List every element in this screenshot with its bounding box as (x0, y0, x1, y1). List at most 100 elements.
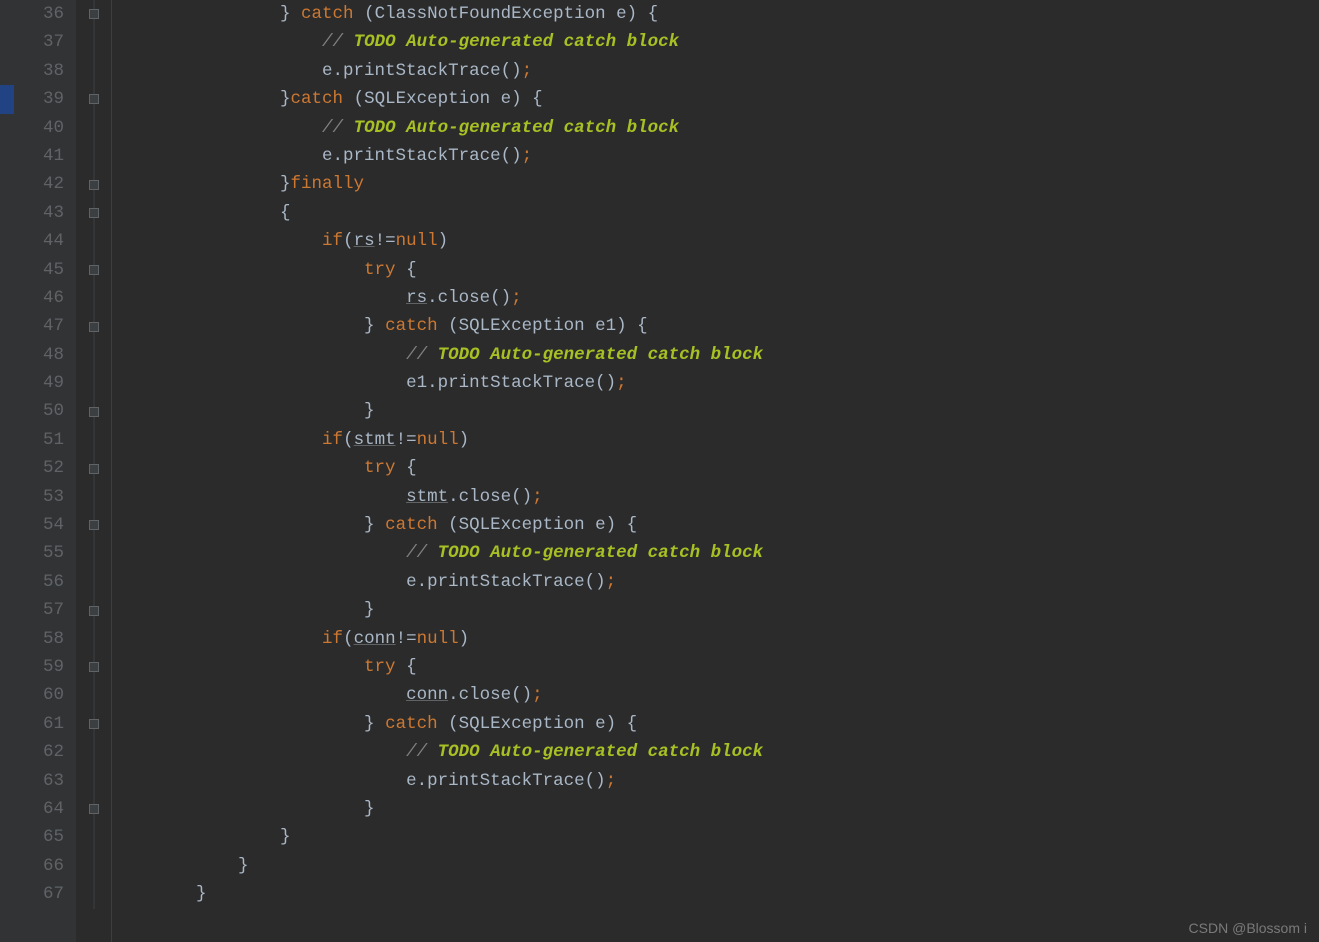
line-number[interactable]: 44 (14, 227, 64, 255)
breakpoint-slot[interactable] (0, 114, 14, 142)
line-number[interactable]: 67 (14, 880, 64, 908)
code-line[interactable]: } (112, 880, 1319, 908)
breakpoint-slot[interactable] (0, 454, 14, 482)
line-number[interactable]: 63 (14, 767, 64, 795)
fold-toggle-icon[interactable] (89, 719, 99, 729)
breakpoint-slot[interactable] (0, 341, 14, 369)
line-number[interactable]: 58 (14, 625, 64, 653)
code-line[interactable]: // TODO Auto-generated catch block (112, 114, 1319, 142)
line-number[interactable]: 66 (14, 852, 64, 880)
line-number[interactable]: 57 (14, 596, 64, 624)
breakpoint-slot[interactable] (0, 369, 14, 397)
line-number[interactable]: 50 (14, 397, 64, 425)
fold-gutter[interactable] (76, 0, 112, 942)
code-line[interactable]: { (112, 199, 1319, 227)
breakpoint-slot[interactable] (0, 511, 14, 539)
fold-toggle-icon[interactable] (89, 322, 99, 332)
fold-toggle-icon[interactable] (89, 9, 99, 19)
breakpoint-slot[interactable] (0, 681, 14, 709)
line-number[interactable]: 53 (14, 483, 64, 511)
code-line[interactable]: } catch (SQLException e) { (112, 511, 1319, 539)
breakpoint-slot[interactable] (0, 256, 14, 284)
code-line[interactable]: }catch (SQLException e) { (112, 85, 1319, 113)
code-line[interactable]: } catch (SQLException e1) { (112, 312, 1319, 340)
breakpoint-slot[interactable] (0, 284, 14, 312)
breakpoint-slot[interactable] (0, 568, 14, 596)
breakpoint-slot[interactable] (0, 767, 14, 795)
fold-toggle-icon[interactable] (89, 804, 99, 814)
line-number[interactable]: 49 (14, 369, 64, 397)
code-line[interactable]: e.printStackTrace(); (112, 767, 1319, 795)
line-number[interactable]: 62 (14, 738, 64, 766)
breakpoint-slot[interactable] (0, 852, 14, 880)
fold-toggle-icon[interactable] (89, 407, 99, 417)
line-number[interactable]: 46 (14, 284, 64, 312)
breakpoint-slot[interactable] (0, 312, 14, 340)
line-number[interactable]: 40 (14, 114, 64, 142)
breakpoint-slot[interactable] (0, 880, 14, 908)
fold-toggle-icon[interactable] (89, 464, 99, 474)
code-line[interactable]: rs.close(); (112, 284, 1319, 312)
line-number[interactable]: 47 (14, 312, 64, 340)
fold-toggle-icon[interactable] (89, 606, 99, 616)
breakpoint-slot[interactable] (0, 28, 14, 56)
code-line[interactable]: e.printStackTrace(); (112, 568, 1319, 596)
line-number[interactable]: 45 (14, 256, 64, 284)
breakpoint-slot[interactable] (0, 653, 14, 681)
code-line[interactable]: stmt.close(); (112, 483, 1319, 511)
breakpoint-slot[interactable] (0, 199, 14, 227)
line-number[interactable]: 43 (14, 199, 64, 227)
code-line[interactable]: } (112, 852, 1319, 880)
code-line[interactable]: conn.close(); (112, 681, 1319, 709)
code-line[interactable]: // TODO Auto-generated catch block (112, 539, 1319, 567)
breakpoint-slot[interactable] (0, 738, 14, 766)
line-number[interactable]: 38 (14, 57, 64, 85)
fold-toggle-icon[interactable] (89, 94, 99, 104)
line-number[interactable]: 54 (14, 511, 64, 539)
code-line[interactable]: if(rs!=null) (112, 227, 1319, 255)
breakpoint-slot[interactable] (0, 57, 14, 85)
code-line[interactable]: } (112, 596, 1319, 624)
line-number[interactable]: 39 (14, 85, 64, 113)
line-number[interactable]: 51 (14, 426, 64, 454)
code-line[interactable]: }finally (112, 170, 1319, 198)
code-line[interactable]: } (112, 823, 1319, 851)
line-number[interactable]: 36 (14, 0, 64, 28)
line-number[interactable]: 55 (14, 539, 64, 567)
line-number[interactable]: 61 (14, 710, 64, 738)
code-line[interactable]: } catch (ClassNotFoundException e) { (112, 0, 1319, 28)
breakpoint-slot[interactable] (0, 795, 14, 823)
breakpoint-strip[interactable] (0, 0, 14, 942)
breakpoint-slot[interactable] (0, 170, 14, 198)
fold-toggle-icon[interactable] (89, 520, 99, 530)
breakpoint-slot[interactable] (0, 483, 14, 511)
code-line[interactable]: // TODO Auto-generated catch block (112, 28, 1319, 56)
line-number-gutter[interactable]: 3637383940414243444546474849505152535455… (14, 0, 76, 942)
breakpoint-slot[interactable] (0, 710, 14, 738)
code-line[interactable]: try { (112, 454, 1319, 482)
code-line[interactable]: } catch (SQLException e) { (112, 710, 1319, 738)
code-line[interactable]: // TODO Auto-generated catch block (112, 738, 1319, 766)
line-number[interactable]: 60 (14, 681, 64, 709)
breakpoint-slot[interactable] (0, 596, 14, 624)
line-number[interactable]: 48 (14, 341, 64, 369)
breakpoint-slot[interactable] (0, 625, 14, 653)
code-line[interactable]: if(stmt!=null) (112, 426, 1319, 454)
fold-toggle-icon[interactable] (89, 265, 99, 275)
code-line[interactable]: e.printStackTrace(); (112, 142, 1319, 170)
code-line[interactable]: try { (112, 653, 1319, 681)
line-number[interactable]: 65 (14, 823, 64, 851)
code-line[interactable]: try { (112, 256, 1319, 284)
code-line[interactable]: // TODO Auto-generated catch block (112, 341, 1319, 369)
code-line[interactable]: if(conn!=null) (112, 625, 1319, 653)
line-number[interactable]: 42 (14, 170, 64, 198)
fold-toggle-icon[interactable] (89, 180, 99, 190)
breakpoint-slot[interactable] (0, 397, 14, 425)
breakpoint-slot[interactable] (0, 823, 14, 851)
code-line[interactable]: } (112, 397, 1319, 425)
breakpoint-slot[interactable] (0, 539, 14, 567)
code-area[interactable]: } catch (ClassNotFoundException e) { // … (112, 0, 1319, 942)
line-number[interactable]: 64 (14, 795, 64, 823)
breakpoint-slot[interactable] (0, 0, 14, 28)
code-line[interactable]: } (112, 795, 1319, 823)
